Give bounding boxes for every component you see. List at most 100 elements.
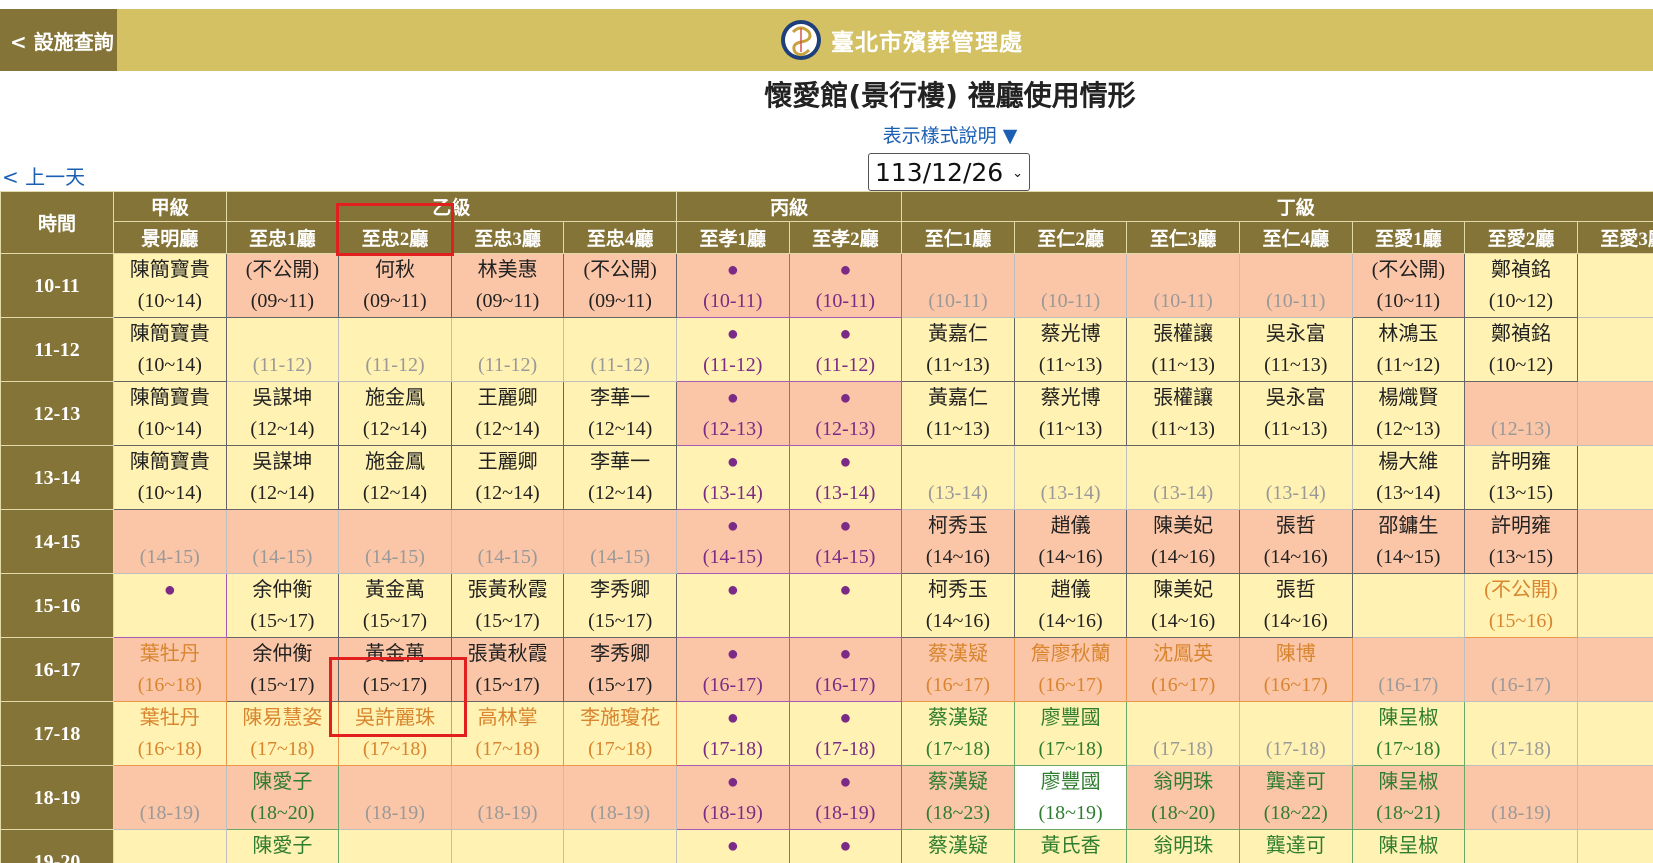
booking-cell[interactable]: 蔡光博 (11~13) [1013, 317, 1128, 382]
booking-cell[interactable]: (14-15) [225, 509, 340, 574]
booking-cell[interactable]: ● (12-13) [788, 381, 903, 446]
booking-cell[interactable]: 王麗卿 (12~14) [450, 381, 565, 446]
booking-cell[interactable]: 黃金萬 (15~17) [338, 637, 452, 702]
booking-cell[interactable]: (10-11) [901, 253, 1015, 318]
booking-cell[interactable]: 趙儀 (14~16) [1013, 509, 1128, 574]
booking-cell[interactable]: ● (18-19) [675, 765, 790, 830]
booking-cell[interactable]: (不公開) (10~11) [1351, 253, 1466, 318]
booking-cell[interactable]: 柯秀玉 (14~16) [901, 573, 1015, 638]
booking-cell[interactable]: 張權讓 (11~13) [1126, 381, 1240, 446]
legend-toggle-link[interactable]: 表示樣式說明 ▼ [0, 121, 1653, 148]
booking-cell[interactable]: ● (10-11) [675, 253, 790, 318]
booking-cell[interactable]: 陳愛子 (18~20) [225, 765, 340, 830]
booking-cell[interactable]: 陳博 (16~17) [1238, 637, 1353, 702]
booking-cell[interactable]: ● (13-14) [675, 445, 790, 510]
booking-cell[interactable]: ● [113, 573, 227, 638]
booking-cell[interactable]: ● (12-13) [675, 381, 790, 446]
booking-cell[interactable]: 翁明珠 (18~20) [1126, 765, 1240, 830]
booking-cell[interactable]: 王麗卿 (12~14) [450, 445, 565, 510]
booking-cell[interactable]: ● [675, 829, 790, 863]
booking-cell[interactable]: (17-18) [1464, 701, 1578, 766]
booking-cell[interactable]: 余仲衡 (15~17) [225, 573, 340, 638]
booking-cell[interactable]: 翁明珠 [1126, 829, 1240, 863]
hall-header[interactable]: 至忠4廳 [563, 221, 677, 254]
booking-cell[interactable]: (14-15) [113, 509, 227, 574]
date-select[interactable]: 113/12/26 ⌄ [868, 153, 1030, 191]
hall-header[interactable]: 至仁2廳 [1013, 221, 1128, 254]
booking-cell[interactable]: 陳美妃 (14~16) [1126, 509, 1240, 574]
booking-cell[interactable] [563, 829, 677, 863]
booking-cell[interactable]: (18-19) [338, 765, 452, 830]
booking-cell[interactable]: (13-14) [1238, 445, 1353, 510]
hall-header[interactable]: 至孝2廳 [788, 221, 903, 254]
booking-cell[interactable]: 葉牡丹 (16~18) [113, 701, 227, 766]
booking-cell[interactable]: 陳簡寶貴 (10~14) [113, 253, 227, 318]
hall-header[interactable]: 至愛1廳 [1351, 221, 1466, 254]
booking-cell[interactable]: (不公開) (15~16) [1464, 573, 1578, 638]
booking-cell[interactable]: 葉牡丹 (16~18) [113, 637, 227, 702]
booking-cell[interactable]: 張哲 (14~16) [1238, 573, 1353, 638]
booking-cell[interactable]: 施金鳳 (12~14) [338, 445, 452, 510]
booking-cell[interactable]: ● (17-18) [788, 701, 903, 766]
booking-cell[interactable]: 張黃秋霞 (15~17) [450, 573, 565, 638]
hall-header[interactable]: 至愛2廳 [1464, 221, 1578, 254]
booking-cell[interactable]: (11-12) [563, 317, 677, 382]
hall-header[interactable]: 至忠1廳 [225, 221, 340, 254]
booking-cell[interactable]: 趙儀 (14~16) [1013, 573, 1128, 638]
booking-cell[interactable]: ● (17-18) [675, 701, 790, 766]
booking-cell[interactable]: 黃金萬 (15~17) [338, 573, 452, 638]
booking-cell[interactable]: (16-17) [1351, 637, 1466, 702]
booking-cell[interactable]: 吳許麗珠 (17~18) [338, 701, 452, 766]
booking-cell[interactable]: 黃嘉仁 (11~13) [901, 317, 1015, 382]
booking-cell[interactable]: 陳美妃 (14~16) [1126, 573, 1240, 638]
booking-cell[interactable]: (12-13) [1464, 381, 1578, 446]
booking-cell[interactable]: 余仲衡 (15~17) [225, 637, 340, 702]
booking-cell[interactable]: ● (16-17) [788, 637, 903, 702]
booking-cell[interactable] [1576, 445, 1653, 510]
booking-cell[interactable] [1576, 829, 1653, 863]
booking-cell[interactable] [450, 829, 565, 863]
booking-cell[interactable]: 陳簡寶貴 (10~14) [113, 445, 227, 510]
booking-cell[interactable]: (18-19) [450, 765, 565, 830]
booking-cell[interactable]: 詹廖秋蘭 (16~17) [1013, 637, 1128, 702]
booking-cell[interactable]: ● (10-11) [788, 253, 903, 318]
booking-cell[interactable]: 鄭禎銘 (10~12) [1464, 317, 1578, 382]
booking-cell[interactable] [1576, 509, 1653, 574]
booking-cell[interactable]: 許明雍 (13~15) [1464, 509, 1578, 574]
booking-cell[interactable] [1576, 573, 1653, 638]
booking-cell[interactable]: (11-12) [450, 317, 565, 382]
booking-cell[interactable]: 蔡漢疑 (16~17) [901, 637, 1015, 702]
booking-cell[interactable]: (10-11) [1238, 253, 1353, 318]
booking-cell[interactable]: 高林掌 (17~18) [450, 701, 565, 766]
booking-cell[interactable]: ● [675, 573, 790, 638]
booking-cell[interactable]: 陳愛子 [225, 829, 340, 863]
booking-cell[interactable] [1576, 317, 1653, 382]
booking-cell[interactable]: ● (14-15) [788, 509, 903, 574]
hall-header[interactable]: 景明廳 [113, 221, 227, 254]
booking-cell[interactable] [1576, 765, 1653, 830]
booking-cell[interactable] [1464, 829, 1578, 863]
booking-cell[interactable]: 陳簡寶貴 (10~14) [113, 317, 227, 382]
booking-cell[interactable]: (14-15) [338, 509, 452, 574]
booking-cell[interactable]: 吳謀坤 (12~14) [225, 445, 340, 510]
booking-cell[interactable]: 李秀卿 (15~17) [563, 637, 677, 702]
booking-cell[interactable]: 張權讓 (11~13) [1126, 317, 1240, 382]
booking-cell[interactable]: 蔡光博 (11~13) [1013, 381, 1128, 446]
hall-header[interactable]: 至愛3廳 [1576, 221, 1653, 254]
booking-cell[interactable]: 蔡漢疑 (18~23) [901, 765, 1015, 830]
booking-cell[interactable] [1351, 573, 1466, 638]
booking-cell[interactable]: (18-19) [1464, 765, 1578, 830]
booking-cell[interactable]: (17-18) [1238, 701, 1353, 766]
booking-cell[interactable]: ● (16-17) [675, 637, 790, 702]
booking-cell[interactable]: ● (18-19) [788, 765, 903, 830]
booking-cell[interactable]: (17-18) [1126, 701, 1240, 766]
booking-cell[interactable]: 廖豐國 (18~19) [1013, 765, 1128, 830]
booking-cell[interactable] [1576, 701, 1653, 766]
hall-header[interactable]: 至忠2廳 [338, 221, 452, 254]
hall-header[interactable]: 至忠3廳 [450, 221, 565, 254]
booking-cell[interactable]: ● [788, 829, 903, 863]
booking-cell[interactable]: 黃氏香 [1013, 829, 1128, 863]
booking-cell[interactable]: 蔡漢疑 (17~18) [901, 701, 1015, 766]
booking-cell[interactable] [1576, 253, 1653, 318]
booking-cell[interactable]: (18-19) [113, 765, 227, 830]
